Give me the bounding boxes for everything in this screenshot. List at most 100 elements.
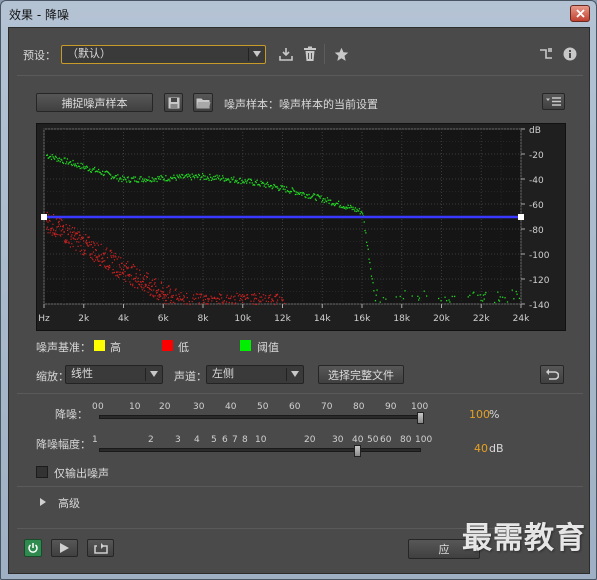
scale-tick-label: 8	[242, 435, 248, 445]
scale-tick-label: 0	[92, 402, 98, 412]
noise-graph-plot[interactable]: dB -20 -40 -60 -80 -100 -120 -140 Hz 2k 4k 6k 8k 10k…	[37, 124, 567, 332]
y-tick-label: dB	[529, 126, 541, 136]
channel-select[interactable]: 左侧	[206, 365, 304, 384]
reduce-by-track[interactable]	[99, 448, 421, 452]
reset-button[interactable]	[540, 365, 564, 384]
curve-handle-left[interactable]	[41, 214, 47, 220]
scale-select[interactable]: 线性	[65, 365, 163, 384]
legend-high-swatch	[94, 340, 105, 351]
reduce-by-label: 降噪幅度：	[36, 438, 91, 451]
scale-tick-label: 30	[193, 402, 205, 412]
open-noise-print-button[interactable]	[193, 93, 213, 112]
x-tick-label: 8k	[198, 314, 210, 324]
preview-play-button[interactable]	[51, 539, 78, 557]
x-tick-label: 18k	[393, 314, 410, 324]
noise-reduction-unit: %	[489, 408, 500, 421]
x-tick-label: 14k	[314, 314, 331, 324]
y-tick-label: -120	[529, 276, 550, 286]
scale-tick-label: 6	[222, 435, 228, 445]
legend-threshold-swatch	[240, 340, 251, 351]
scale-tick-label: 40	[352, 435, 364, 445]
download-icon	[279, 48, 293, 61]
loop-toggle-button[interactable]	[87, 539, 114, 557]
reduce-by-unit: dB	[489, 442, 504, 455]
preset-select[interactable]: （默认）	[61, 45, 266, 64]
scale-value: 线性	[71, 367, 93, 380]
advanced-expand-toggle[interactable]	[38, 497, 48, 507]
curve-handle-right[interactable]	[518, 214, 524, 220]
scale-tick-label: 50	[367, 435, 379, 445]
x-tick-label: 10k	[234, 314, 251, 324]
scale-tick-label: 0	[98, 402, 104, 412]
floppy-disk-icon	[168, 97, 179, 108]
save-noise-print-button[interactable]	[164, 93, 183, 112]
power-toggle-button[interactable]	[24, 539, 42, 557]
delete-preset-button[interactable]	[301, 45, 319, 63]
chevron-down-icon	[291, 371, 299, 377]
watermark: 最需教育	[462, 521, 586, 556]
close-icon	[575, 9, 585, 18]
menu-icon	[546, 97, 561, 106]
refresh-icon	[546, 368, 559, 380]
noise-reduction-value[interactable]: 100	[469, 408, 490, 421]
scale-tick-label: 30	[332, 435, 344, 445]
close-button[interactable]	[570, 5, 590, 22]
scale-tick-label: 3	[175, 435, 181, 445]
info-icon	[563, 47, 577, 61]
chevron-down-icon	[150, 371, 158, 377]
noise-reduction-thumb[interactable]	[417, 412, 424, 424]
noise-graph[interactable]: dB -20 -40 -60 -80 -100 -120 -140 Hz 2k 4k 6k 8k 10k…	[36, 123, 566, 331]
loop-icon	[93, 542, 108, 554]
scale-tick-label: 60	[289, 402, 301, 412]
x-tick-label: 2k	[78, 314, 90, 324]
scale-tick-label: 20	[159, 402, 171, 412]
scale-tick-label: 5	[211, 435, 217, 445]
scale-tick-label: 80	[400, 435, 412, 445]
triangle-right-icon	[40, 498, 46, 506]
preset-value: （默认）	[67, 47, 111, 60]
noise-print-status: 噪声样本：噪声样本的当前设置	[224, 98, 378, 111]
title-bar: 效果 - 降噪	[1, 1, 596, 25]
scale-tick-label: 60	[380, 435, 392, 445]
noise-reduction-track[interactable]	[99, 415, 421, 419]
scale-tick-label: 40	[225, 402, 237, 412]
scale-tick-label: 1	[92, 435, 98, 445]
x-tick-label: 16k	[354, 314, 371, 324]
y-tick-label: -80	[529, 226, 544, 236]
preset-label: 预设：	[23, 49, 56, 62]
play-icon	[60, 543, 69, 553]
select-entire-file-button[interactable]: 选择完整文件	[318, 365, 404, 384]
y-axis-labels: dB -20 -40 -60 -80 -100 -120 -140	[521, 126, 550, 311]
x-tick-label: 4k	[118, 314, 130, 324]
reduce-by-value[interactable]: 40	[474, 442, 488, 455]
x-tick-label: 12k	[274, 314, 291, 324]
output-noise-only-label: 仅输出噪声	[54, 467, 109, 480]
panel-menu-button[interactable]	[542, 93, 565, 110]
legend-low-label: 低	[178, 341, 189, 354]
output-noise-only-checkbox[interactable]	[36, 466, 48, 478]
advanced-label[interactable]: 高级	[58, 495, 80, 511]
scale-tick-label: 70	[321, 402, 333, 412]
effect-panel: 预设： （默认） 捕捉噪声样本 噪声样本：噪声样本的当前设置 dB -20 -4…	[8, 27, 590, 574]
save-preset-button[interactable]	[277, 45, 295, 63]
x-tick-label: Hz	[38, 314, 50, 324]
scale-tick-label: 20	[304, 435, 316, 445]
scale-tick-label: 100	[411, 402, 429, 412]
legend-high-label: 高	[110, 341, 121, 354]
effect-window: 效果 - 降噪 预设： （默认） 捕捉噪声样本 噪声样本：噪声样本的当前设置 d…	[0, 0, 597, 580]
noise-reduction-label: 降噪：	[55, 408, 88, 421]
x-tick-label: 22k	[473, 314, 490, 324]
routing-button[interactable]	[538, 46, 554, 62]
folder-icon	[196, 98, 210, 108]
y-tick-label: -60	[529, 201, 544, 211]
capture-noise-print-button[interactable]: 捕捉噪声样本	[36, 93, 153, 112]
favorite-button[interactable]	[332, 45, 350, 63]
info-button[interactable]	[562, 46, 578, 62]
scale-tick-label: 2	[148, 435, 154, 445]
divider	[17, 486, 583, 487]
y-tick-label: -20	[529, 151, 544, 161]
window-title: 效果 - 降噪	[9, 8, 69, 22]
legend-threshold-label: 阈值	[257, 341, 279, 354]
routing-icon	[540, 48, 552, 59]
reduce-by-thumb[interactable]	[354, 445, 361, 457]
